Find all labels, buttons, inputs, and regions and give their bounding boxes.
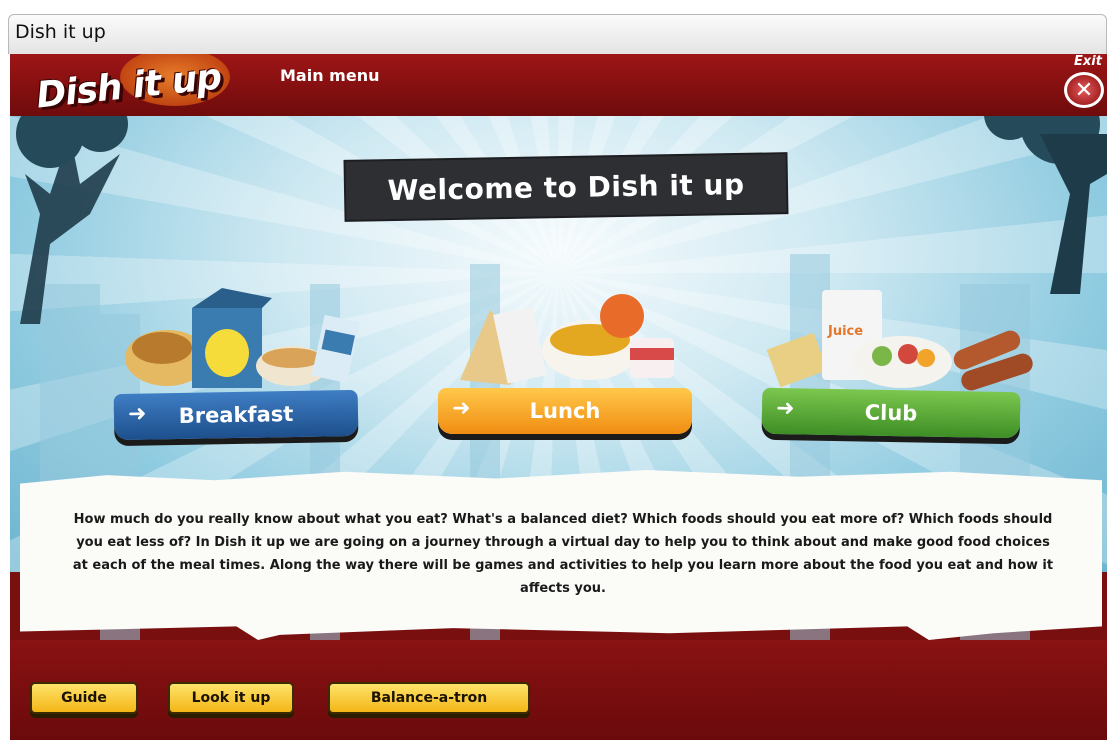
balance-a-tron-label: Balance-a-tron: [370, 690, 488, 706]
window-title: Dish it up: [15, 21, 106, 43]
lunch-label: Lunch: [529, 399, 601, 423]
close-icon: ✕: [1074, 77, 1094, 103]
balance-a-tron-button[interactable]: Balance-a-tron: [328, 682, 530, 714]
lunch-button[interactable]: ➜ Lunch: [438, 388, 692, 434]
arrow-right-icon: ➜: [127, 401, 147, 427]
breakfast-button[interactable]: ➜ Breakfast: [113, 389, 359, 441]
guide-button[interactable]: Guide: [30, 682, 138, 714]
window-titlebar: Dish it up: [8, 14, 1107, 54]
page-title: Main menu: [280, 66, 380, 85]
breakfast-food-illustration: [125, 288, 360, 388]
intro-text: How much do you really know about what y…: [72, 512, 1054, 596]
svg-text:Juice: Juice: [827, 324, 863, 339]
app-window: Dish it up Dish it up Main menu Exit ✕ W…: [0, 0, 1107, 742]
tree-left: [16, 96, 128, 324]
club-food-illustration: Juice: [766, 290, 1033, 391]
logo-text: Dish it up: [34, 55, 223, 117]
lunch-food-illustration: [460, 294, 674, 385]
arrow-right-icon: ➜: [452, 396, 471, 421]
welcome-title: Welcome to Dish it up: [387, 167, 745, 207]
game-area: Dish it up Main menu Exit ✕ Welcome to D…: [10, 54, 1107, 740]
exit-button[interactable]: ✕: [1064, 72, 1104, 108]
look-it-up-label: Look it up: [191, 690, 271, 706]
look-it-up-button[interactable]: Look it up: [168, 682, 294, 714]
exit-label: Exit: [1074, 54, 1102, 69]
breakfast-label: Breakfast: [178, 402, 294, 428]
club-label: Club: [864, 400, 918, 426]
guide-label: Guide: [61, 690, 107, 706]
arrow-right-icon: ➜: [775, 395, 795, 422]
tree-right: [984, 94, 1107, 294]
club-button[interactable]: ➜ Club: [761, 387, 1021, 439]
welcome-sign: Welcome to Dish it up: [345, 154, 787, 220]
app-logo: Dish it up: [34, 55, 223, 117]
